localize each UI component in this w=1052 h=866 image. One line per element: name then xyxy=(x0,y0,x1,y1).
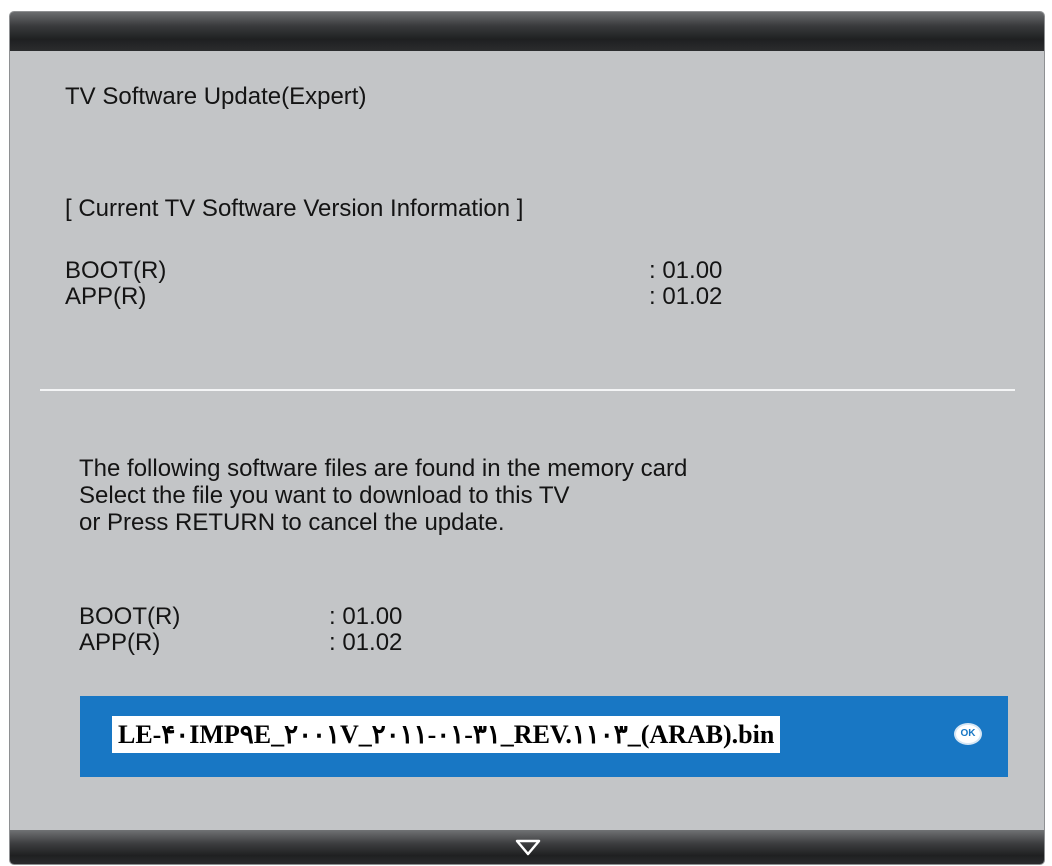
header-bar xyxy=(10,12,1044,51)
ok-button-icon[interactable]: OK xyxy=(954,723,982,745)
current-boot-label: BOOT(R) xyxy=(65,257,167,284)
found-boot-value: : 01.00 xyxy=(329,603,403,630)
software-update-dialog: TV Software Update(Expert) [ Current TV … xyxy=(10,12,1044,864)
current-app-label: APP(R) xyxy=(65,283,147,310)
section-divider xyxy=(40,389,1015,391)
current-app-value: : 01.02 xyxy=(649,283,723,310)
found-app-label: APP(R) xyxy=(79,629,161,656)
instruction-line: or Press RETURN to cancel the update. xyxy=(79,509,505,536)
found-app-value: : 01.02 xyxy=(329,629,403,656)
instruction-line: The following software files are found i… xyxy=(79,455,688,482)
current-boot-value: : 01.00 xyxy=(649,257,723,284)
file-list-item-selected[interactable]: LE-۴۰IMP۹E_۲۰۰۱V_۲۰۱۱-۰۱-۳۱_REV.۱۱۰۳_(AR… xyxy=(80,696,1008,777)
down-triangle-icon[interactable] xyxy=(515,839,541,857)
footer-bar xyxy=(10,830,1044,864)
file-name-label: LE-۴۰IMP۹E_۲۰۰۱V_۲۰۱۱-۰۱-۳۱_REV.۱۱۰۳_(AR… xyxy=(112,716,781,753)
instruction-line: Select the file you want to download to … xyxy=(79,482,570,509)
page-title: TV Software Update(Expert) xyxy=(65,83,367,110)
found-boot-label: BOOT(R) xyxy=(79,603,181,630)
current-version-heading: [ Current TV Software Version Informatio… xyxy=(65,195,524,222)
